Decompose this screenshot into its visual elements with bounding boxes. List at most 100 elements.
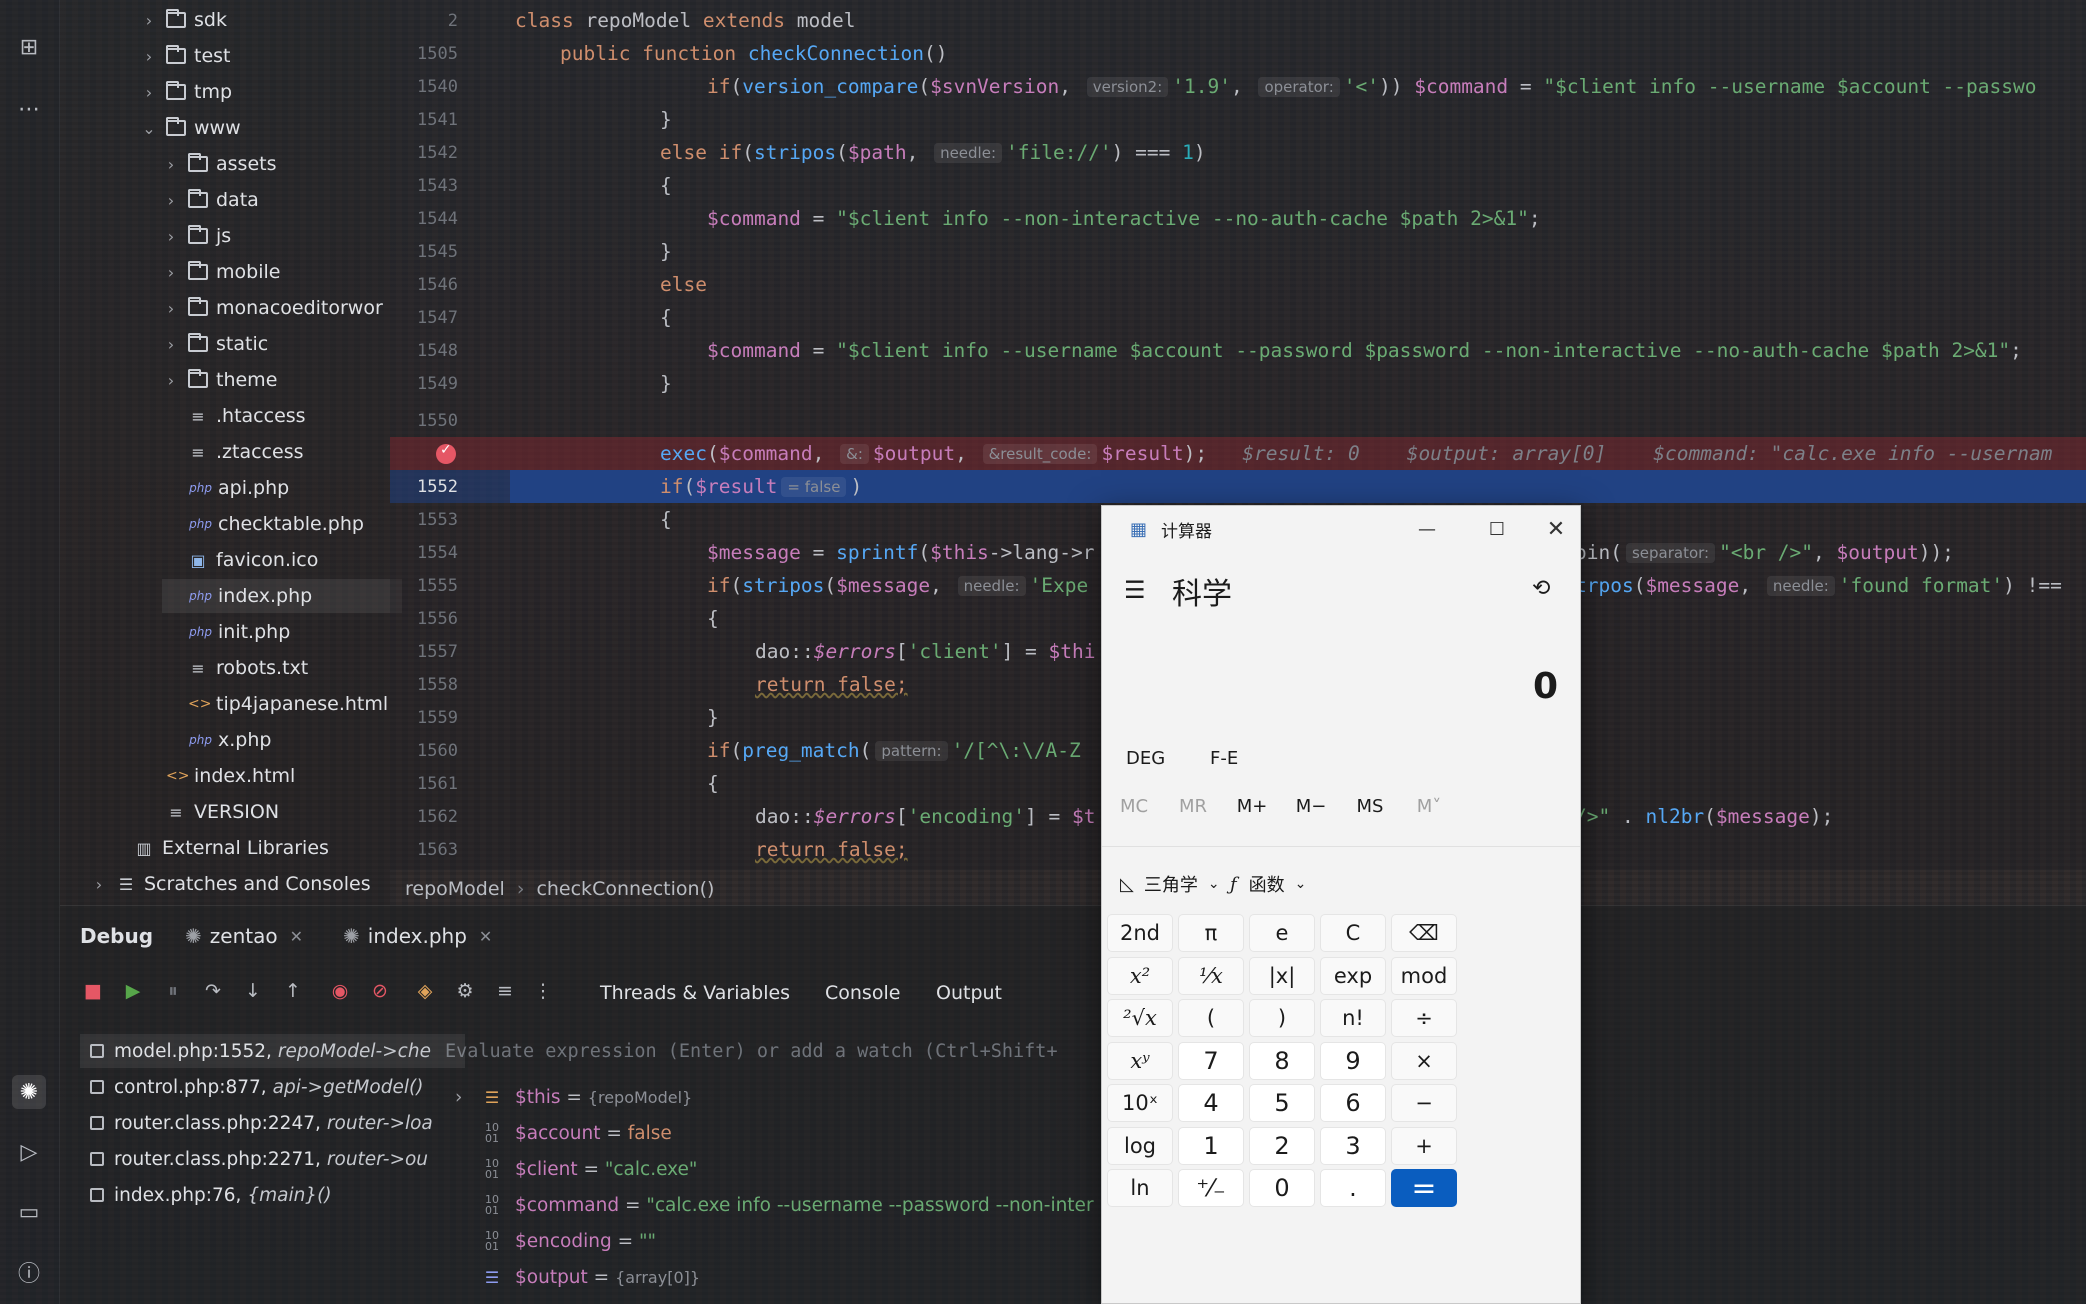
memory-button-m-minus[interactable]: M− [1281,796,1341,817]
variable-row[interactable]: 10 01 $command = "calc.exe info --username… [455,1188,1094,1222]
stop-icon[interactable]: ■ [78,976,108,1006]
step-into-icon[interactable]: ↓ [238,976,268,1006]
tree-item-theme[interactable]: › theme [162,363,277,397]
function-dropdown[interactable]: ƒ 函数 ⌄ [1230,866,1306,902]
structure-icon[interactable]: ⊞ [12,30,46,64]
chevron-right-icon[interactable]: › [162,263,180,282]
pi-button[interactable]: π [1178,914,1244,952]
tree-item-js[interactable]: › js [162,219,231,253]
breadcrumb-method[interactable]: checkConnection() [536,878,714,900]
digit-1-button[interactable]: 1 [1178,1126,1244,1165]
memory-button-mc[interactable]: MC [1104,796,1164,817]
memory-button-m-plus[interactable]: M+ [1222,796,1282,817]
variable-row[interactable]: ☰ $output = {array[0]} [455,1260,700,1294]
minus-button[interactable]: − [1391,1084,1457,1122]
step-over-icon[interactable]: ↷ [198,976,228,1006]
chevron-right-icon[interactable]: › [162,191,180,210]
chevron-right-icon[interactable]: › [162,155,180,174]
step-out-icon[interactable]: ↑ [278,976,308,1006]
tree-item-monacoeditorwor[interactable]: › monacoeditorwor [162,291,383,325]
tree-item-assets[interactable]: › assets [162,147,276,181]
tree-item-x-php[interactable]: php x.php [162,723,271,757]
add-watch-icon[interactable]: ≡ [490,976,520,1006]
reciprocal-button[interactable]: ¹⁄x [1178,956,1244,995]
digit-4-button[interactable]: 4 [1178,1084,1244,1122]
chevron-right-icon[interactable]: › [140,11,158,30]
maximize-icon[interactable]: ☐ [1477,514,1517,544]
digit-0-button[interactable]: 0 [1249,1169,1315,1207]
nav-menu-icon[interactable]: ☰ [1124,576,1146,604]
variable-row[interactable]: 10 01 $client = "calc.exe" [455,1152,697,1186]
tree-item-data[interactable]: › data [162,183,259,217]
tree-item-www[interactable]: ⌄ www [140,111,241,145]
tree-item-favicon-ico[interactable]: ▣ favicon.ico [162,543,318,577]
tab-threads-variables[interactable]: Threads & Variables [600,976,790,1010]
plus-button[interactable]: + [1391,1126,1457,1165]
chevron-right-icon[interactable]: › [162,335,180,354]
divide-button[interactable]: ÷ [1391,999,1457,1037]
exception-breakpoint-icon[interactable]: ◈ [410,976,440,1006]
memory-button-m-list[interactable]: M˅ [1399,796,1459,817]
square-button[interactable]: x² [1107,956,1173,995]
digit-3-button[interactable]: 3 [1320,1126,1386,1165]
open-paren-button[interactable]: ( [1178,999,1244,1037]
memory-button-mr[interactable]: MR [1163,796,1223,817]
pause-icon[interactable]: ⏸ [158,976,188,1006]
power-button[interactable]: xʸ [1107,1041,1173,1080]
tree-item-init-php[interactable]: php init.php [162,615,290,649]
breadcrumb-class[interactable]: repoModel [405,878,505,900]
problems-icon[interactable]: ⓘ [12,1255,46,1289]
fe-button[interactable]: F-E [1210,748,1238,769]
chevron-right-icon[interactable]: › [140,83,158,102]
mod-button[interactable]: mod [1391,956,1457,995]
evaluate-expression-input[interactable]: Evaluate expression (Enter) or add a wat… [445,1034,1165,1068]
view-breakpoints-icon[interactable]: ◉ [325,976,355,1006]
digit-7-button[interactable]: 7 [1178,1041,1244,1080]
digit-8-button[interactable]: 8 [1249,1041,1315,1080]
ln-button[interactable]: ln [1107,1169,1173,1207]
settings-icon[interactable]: ⚙ [450,976,480,1006]
trigonometry-dropdown[interactable]: ◺ 三角学 ⌄ [1120,866,1220,902]
close-icon[interactable]: ✕ [290,927,303,946]
stack-frame[interactable]: router.class.php:2247, router->loa [90,1106,433,1140]
sqrt-button[interactable]: ²√x [1107,999,1173,1037]
negate-button[interactable]: ⁺⁄₋ [1178,1169,1244,1207]
tree-item-test[interactable]: › test [140,39,231,73]
exp-button[interactable]: exp [1320,956,1386,995]
multiply-button[interactable]: × [1391,1041,1457,1080]
digit-2-button[interactable]: 2 [1249,1126,1315,1165]
stack-frame[interactable]: model.php:1552, repoModel->che [80,1034,465,1068]
chevron-right-icon[interactable]: › [162,299,180,318]
tree-item-tmp[interactable]: › tmp [140,75,232,109]
tree-item-index-php[interactable]: php index.php [162,579,402,613]
abs-button[interactable]: |x| [1249,956,1315,995]
angle-mode-button[interactable]: DEG [1126,748,1165,769]
stack-frame[interactable]: index.php:76, {main}() [90,1178,332,1212]
chevron-down-icon[interactable]: ⌄ [140,119,158,138]
second-button[interactable]: 2nd [1107,914,1173,952]
history-icon[interactable]: ⟲ [1532,576,1550,601]
tree-item-tip4japanese-html[interactable]: <> tip4japanese.html [162,687,388,721]
services-icon[interactable]: ▷ [12,1135,46,1169]
close-icon[interactable]: ✕ [1536,514,1576,544]
tree-item-checktable-php[interactable]: php checktable.php [162,507,364,541]
e-button[interactable]: e [1249,914,1315,952]
backspace-button[interactable]: ⌫ [1391,914,1457,952]
debug-tool-icon[interactable]: ✺ [12,1075,46,1109]
stack-frame[interactable]: router.class.php:2271, router->ou [90,1142,428,1176]
minimize-icon[interactable]: — [1407,514,1447,544]
stack-frame[interactable]: control.php:877, api->getModel() [90,1070,423,1104]
chevron-right-icon[interactable]: › [140,47,158,66]
debug-tab-zentao[interactable]: ✺ zentao ✕ [185,916,303,956]
tree-item-sdk[interactable]: › sdk [140,3,227,37]
ten-power-button[interactable]: 10ˣ [1107,1084,1173,1122]
tree-item-version[interactable]: ≡ VERSION [140,795,279,829]
tree-item-robots-txt[interactable]: ≡ robots.txt [162,651,308,685]
tree-item-mobile[interactable]: › mobile [162,255,280,289]
debug-tab-index-php[interactable]: ✺ index.php ✕ [343,916,492,956]
digit-5-button[interactable]: 5 [1249,1084,1315,1122]
chevron-right-icon[interactable]: › [162,371,180,390]
chevron-right-icon[interactable]: › [455,1087,473,1108]
variable-row[interactable]: 10 01 $account = false [455,1116,672,1150]
close-paren-button[interactable]: ) [1249,999,1315,1037]
